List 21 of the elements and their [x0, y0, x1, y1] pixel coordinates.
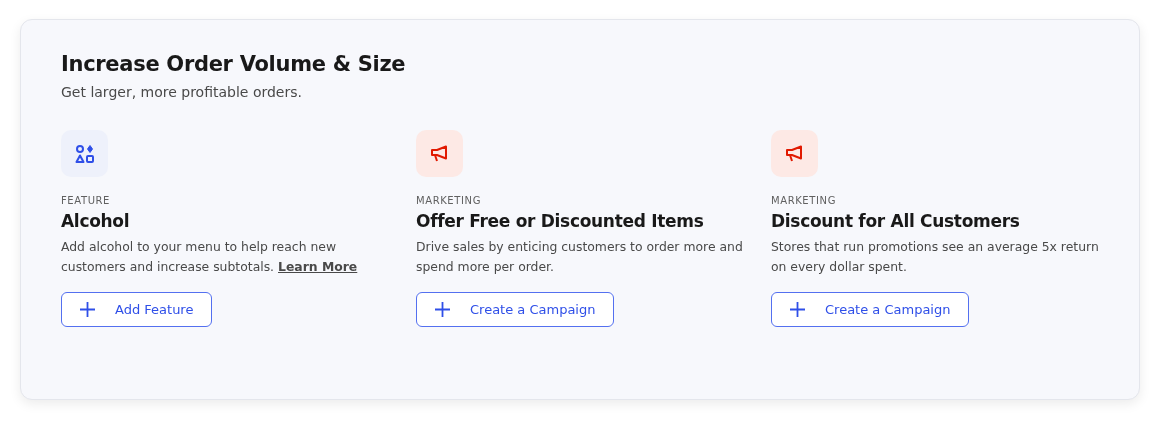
action-button[interactable]: Create a Campaign	[416, 292, 615, 327]
card-description: Stores that run promotions see an average 5x return on every dollar spent.	[771, 238, 1100, 276]
section-subtitle: Get larger, more profitable orders.	[61, 84, 303, 100]
section-title: Increase Order Volume & Size	[61, 52, 407, 76]
card-description: Drive sales by enticing customers to order more and spend more per order.	[416, 238, 744, 276]
category-label: MARKETING	[771, 195, 837, 206]
megaphone-icon	[416, 130, 463, 177]
action-button[interactable]: Create a Campaign	[771, 292, 970, 327]
learn-more-link[interactable]: Learn More	[278, 259, 358, 274]
shapes-icon	[61, 130, 108, 177]
action-button[interactable]: Add Feature	[61, 292, 213, 327]
megaphone-icon	[771, 130, 818, 177]
card-title: Discount for All Customers	[771, 211, 1021, 231]
card-title: Alcohol	[61, 211, 131, 231]
plus-icon	[790, 302, 805, 317]
plus-icon	[435, 302, 450, 317]
card-title: Offer Free or Discounted Items	[416, 211, 705, 231]
card-description: Add alcohol to your menu to help reach new customers and increase subtotals. Learn More	[61, 238, 359, 276]
plus-icon	[80, 302, 95, 317]
category-label: MARKETING	[416, 195, 482, 206]
category-label: FEATURE	[61, 195, 112, 206]
